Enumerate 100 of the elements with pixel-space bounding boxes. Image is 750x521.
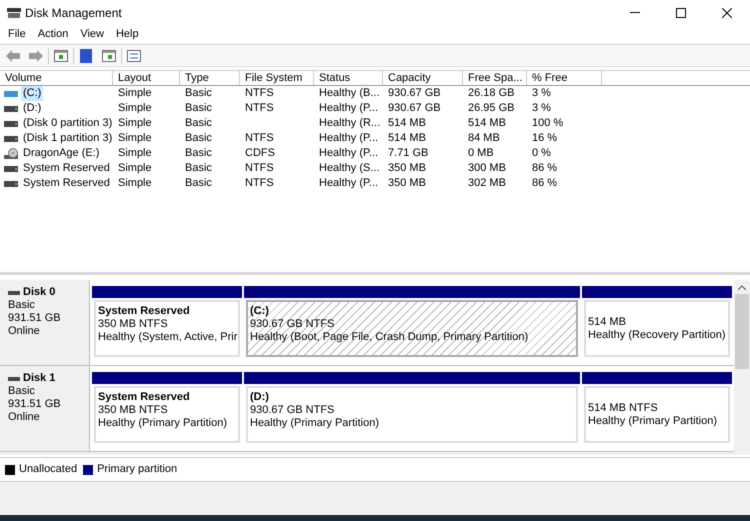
menu-item[interactable]: File bbox=[2, 26, 32, 43]
table-cell: 514 MB bbox=[468, 117, 506, 129]
table-cell: Healthy (R... bbox=[319, 117, 380, 129]
table-cell: Basic bbox=[185, 87, 212, 99]
table-cell: Healthy (S... bbox=[319, 162, 380, 174]
drive-icon bbox=[4, 120, 18, 126]
menu-item[interactable]: Help bbox=[110, 26, 145, 43]
partition-name: System Reserved bbox=[98, 305, 191, 318]
table-cell: Basic bbox=[185, 102, 212, 114]
disk-size: 931.51 GB bbox=[8, 312, 62, 325]
table-cell: Simple bbox=[118, 102, 152, 114]
table-cell: NTFS bbox=[245, 162, 274, 174]
table-cell: Basic bbox=[185, 177, 212, 189]
table-cell: 100 % bbox=[532, 117, 564, 129]
column-header[interactable]: File System bbox=[240, 71, 314, 85]
table-cell: Healthy (B... bbox=[319, 87, 380, 99]
scrollbar-thumb[interactable] bbox=[735, 294, 749, 369]
partition-size: 350 MB NTFS bbox=[98, 404, 169, 417]
disk-state: Online bbox=[8, 411, 41, 424]
scroll-up-icon[interactable] bbox=[738, 284, 746, 290]
table-cell: NTFS bbox=[245, 102, 274, 114]
table-cell: Basic bbox=[185, 147, 212, 159]
drive-label[interactable]: DragonAge (E:) bbox=[21, 146, 102, 161]
table-cell: 930.67 GB bbox=[388, 87, 441, 99]
table-cell: 7.71 GB bbox=[388, 147, 428, 159]
partition-status: Healthy (Primary Partition) bbox=[98, 417, 228, 430]
disk-name: Disk 0 bbox=[23, 286, 56, 299]
drive-icon bbox=[4, 166, 18, 172]
disk-type: Basic bbox=[8, 299, 36, 312]
disk-management-icon bbox=[7, 6, 21, 18]
table-cell: 26.95 GB bbox=[468, 102, 514, 114]
table-cell: Healthy (P... bbox=[319, 102, 378, 114]
table-cell: 302 MB bbox=[468, 177, 506, 189]
table-cell: 84 MB bbox=[468, 132, 500, 144]
column-header[interactable]: Layout bbox=[113, 71, 180, 85]
partition-status: Healthy (Recovery Partition) bbox=[588, 328, 726, 342]
partition-size: 930.67 GB NTFS bbox=[250, 404, 336, 417]
minimize-icon bbox=[630, 12, 640, 13]
partition-status: Healthy (Boot, Page File, Crash Dump, Primary Partition) bbox=[250, 331, 530, 344]
table-cell: 3 % bbox=[532, 102, 551, 114]
table-cell: Healthy (P... bbox=[319, 177, 378, 189]
partition-name: (C:) bbox=[250, 305, 270, 318]
disk-state: Online bbox=[8, 325, 41, 338]
drive-icon bbox=[4, 90, 18, 96]
disk-type: Basic bbox=[8, 385, 36, 398]
column-header[interactable]: % Free bbox=[527, 71, 602, 85]
table-cell: Simple bbox=[118, 117, 152, 129]
drive-label[interactable]: (Disk 0 partition 3) bbox=[21, 116, 114, 131]
table-cell: CDFS bbox=[245, 147, 275, 159]
partition-status: Healthy (Primary Partition) bbox=[250, 417, 380, 430]
drive-label[interactable]: (D:) bbox=[21, 101, 44, 116]
menu-item[interactable]: View bbox=[74, 26, 110, 43]
partition-size: 514 MB NTFS bbox=[588, 402, 659, 414]
table-cell: 86 % bbox=[532, 162, 558, 174]
table-cell: NTFS bbox=[245, 87, 274, 99]
drive-label[interactable]: (Disk 1 partition 3) bbox=[21, 131, 114, 146]
column-header[interactable]: Volume bbox=[0, 71, 113, 85]
table-cell: Simple bbox=[118, 132, 152, 144]
table-cell: 3 % bbox=[532, 87, 551, 99]
partition-name: System Reserved bbox=[98, 391, 191, 404]
table-cell: 0 % bbox=[532, 147, 551, 159]
drive-label[interactable]: System Reserved bbox=[21, 176, 112, 191]
table-cell: NTFS bbox=[245, 132, 274, 144]
table-cell: Basic bbox=[185, 162, 212, 174]
drive-icon bbox=[4, 136, 18, 142]
table-cell: 16 % bbox=[532, 132, 558, 144]
table-cell: 26.18 GB bbox=[468, 87, 514, 99]
maximize-icon bbox=[676, 8, 686, 18]
table-cell: Basic bbox=[185, 117, 212, 129]
table-cell: 350 MB bbox=[388, 162, 426, 174]
table-cell: Simple bbox=[118, 87, 152, 99]
disk-name: Disk 1 bbox=[23, 372, 56, 385]
table-cell: 300 MB bbox=[468, 162, 506, 174]
table-cell: NTFS bbox=[245, 177, 274, 189]
disk-size: 931.51 GB bbox=[8, 398, 62, 411]
cd-drive-icon bbox=[4, 148, 18, 160]
legend-label: Unallocated bbox=[19, 462, 78, 478]
partition-size: 930.67 GB NTFS bbox=[250, 318, 336, 331]
partition-size: 514 MB bbox=[588, 316, 627, 328]
drive-label[interactable]: System Reserved bbox=[21, 161, 112, 176]
table-cell: 0 MB bbox=[468, 147, 494, 159]
menu-item[interactable]: Action bbox=[32, 26, 74, 43]
table-cell: 350 MB bbox=[388, 177, 426, 189]
column-header[interactable]: Type bbox=[180, 71, 240, 85]
partition-name: (D:) bbox=[250, 391, 270, 404]
table-cell: Simple bbox=[118, 147, 152, 159]
table-cell: 86 % bbox=[532, 177, 558, 189]
table-cell: Healthy (P... bbox=[319, 132, 378, 144]
legend-label: Primary partition bbox=[97, 462, 178, 478]
partition-size: 350 MB NTFS bbox=[98, 318, 169, 331]
drive-label[interactable]: (C:) bbox=[21, 86, 44, 101]
column-header[interactable]: Status bbox=[314, 71, 383, 85]
window-title: Disk Management bbox=[25, 4, 122, 22]
table-cell: Basic bbox=[185, 132, 212, 144]
column-header[interactable]: Capacity bbox=[383, 71, 463, 85]
partition-status: Healthy (System, Active, Prir bbox=[98, 331, 236, 344]
column-header[interactable]: Free Spa... bbox=[463, 71, 527, 85]
table-cell: Healthy (P... bbox=[319, 147, 378, 159]
table-cell: 514 MB bbox=[388, 132, 426, 144]
drive-icon bbox=[4, 106, 18, 112]
